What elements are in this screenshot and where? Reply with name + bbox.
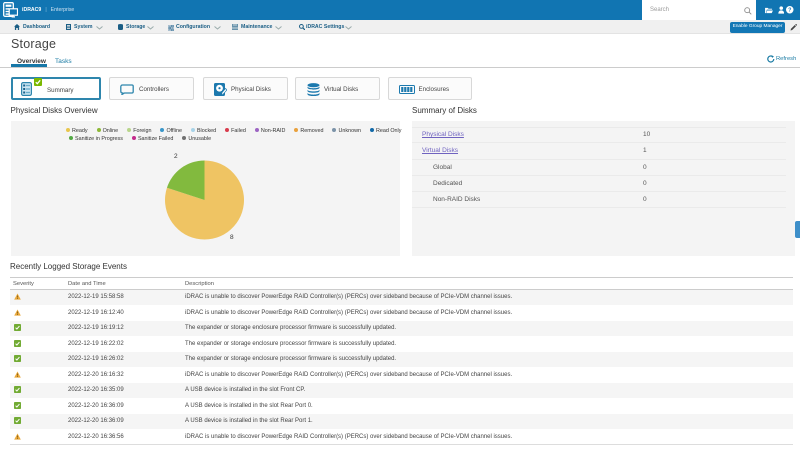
svg-text:?: ?: [788, 8, 791, 14]
